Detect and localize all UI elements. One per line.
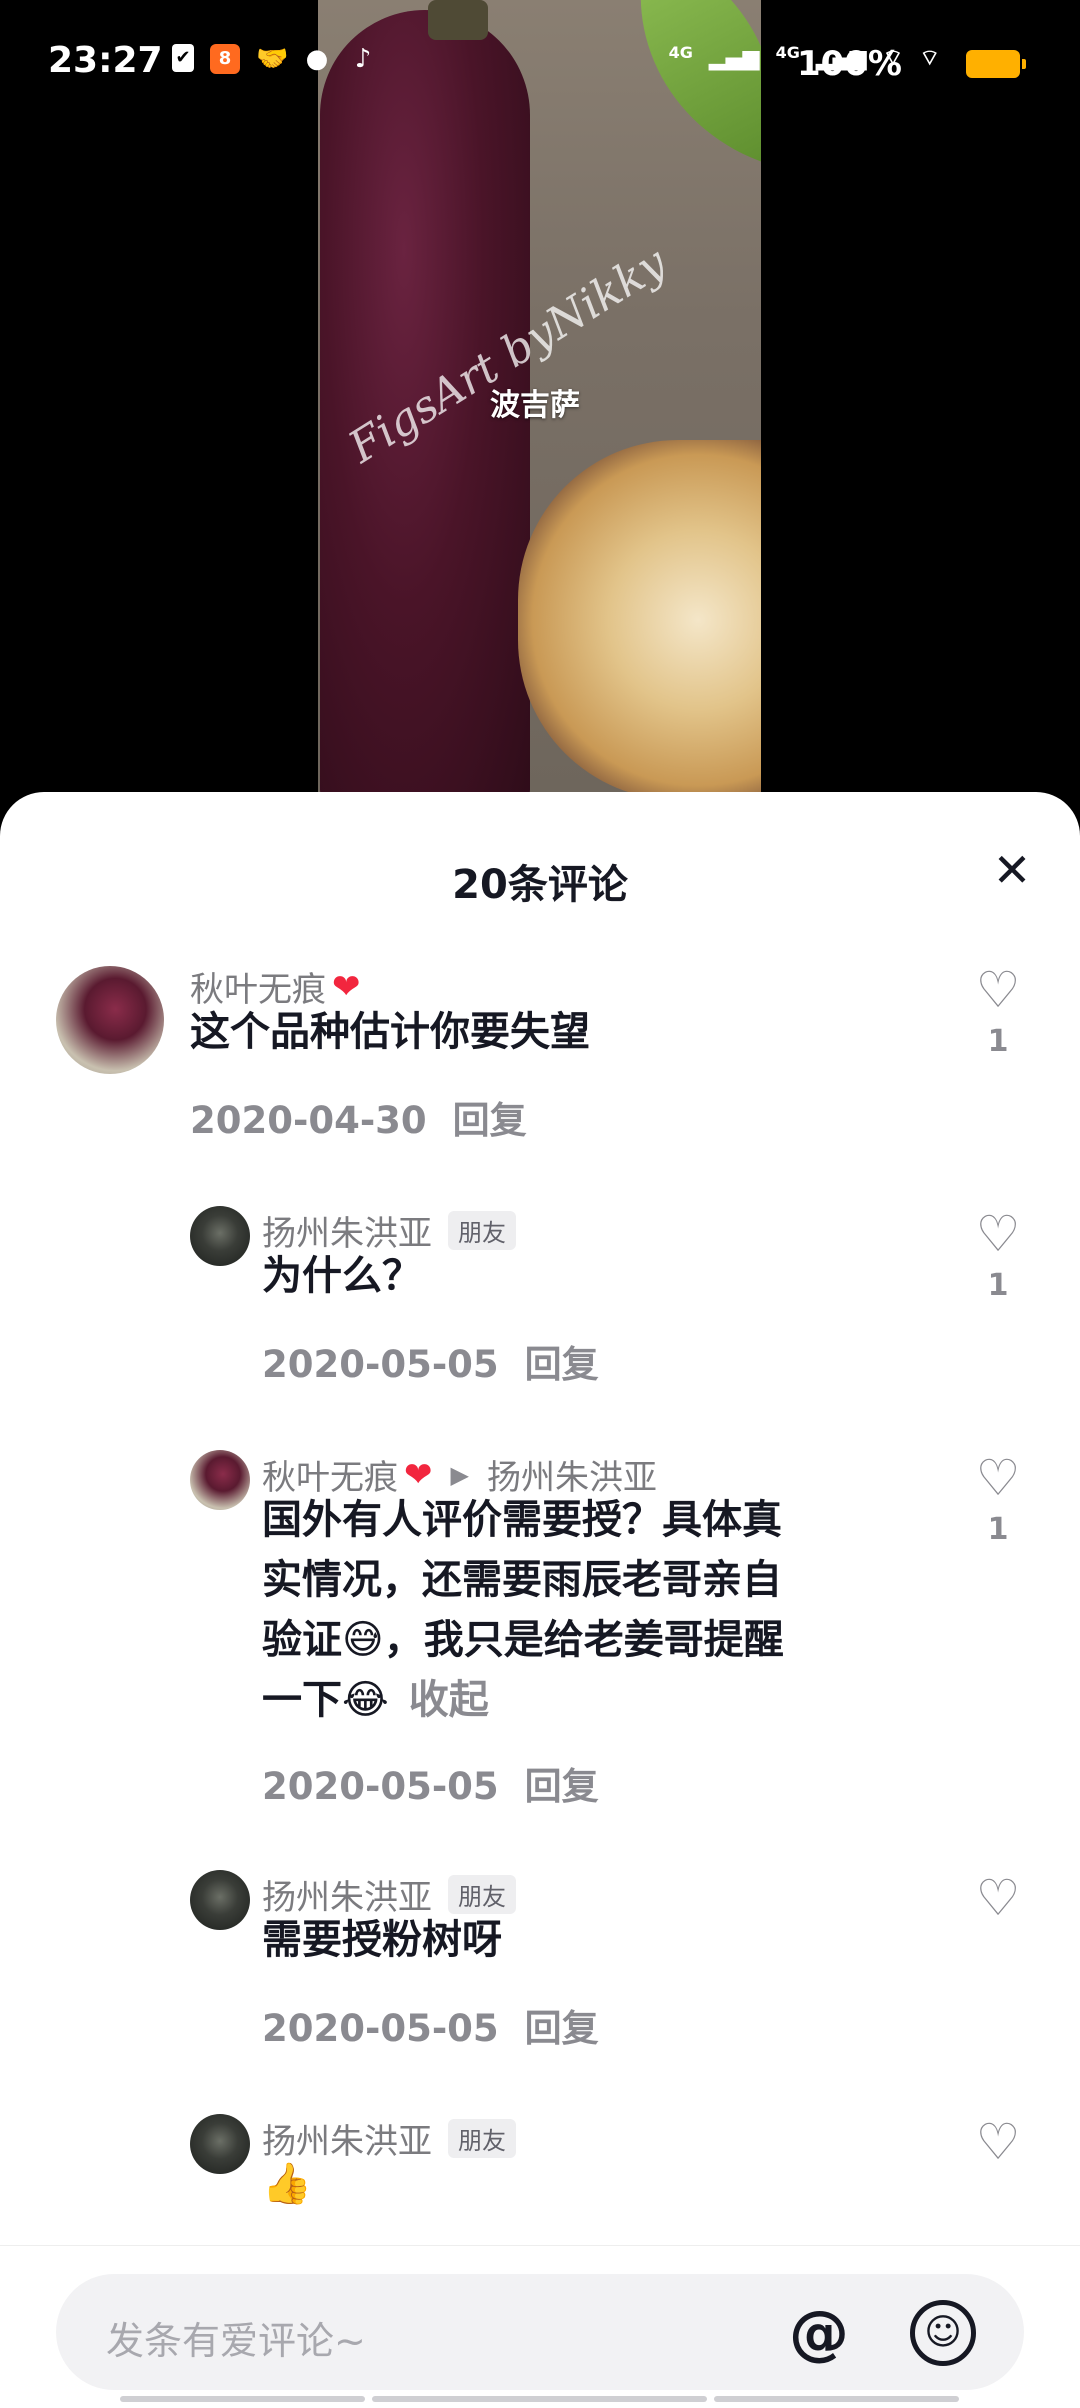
friend-badge: 朋友 bbox=[448, 1211, 516, 1250]
comment-text: 👍 bbox=[262, 2161, 312, 2207]
tiktok-icon: ♪ bbox=[354, 44, 372, 74]
status-time: 23:27 bbox=[48, 40, 163, 81]
comment-text-line: 验证😅，我只是给老姜哥提醒 bbox=[262, 1617, 784, 1663]
comment-text: 需要授粉树呀 bbox=[262, 1917, 502, 1963]
heart-outline-icon: ♡ bbox=[975, 1449, 1021, 1507]
avatar[interactable] bbox=[190, 1450, 250, 1510]
chat-bubble-icon: ● bbox=[305, 44, 329, 74]
notification-icons: ✔ 8 🤝 ● ♪ bbox=[172, 44, 378, 74]
handshake-icon: 🤝 bbox=[256, 44, 289, 74]
reply-item: 扬州朱洪亚 朋友 为什么？ 2020-05-05 回复 ♡ 1 bbox=[0, 1206, 1080, 1426]
comment-meta: 2020-05-05 回复 bbox=[262, 1756, 599, 1810]
comment-text-line: 实情况，还需要雨辰老哥亲自 bbox=[262, 1557, 782, 1603]
reply-to-arrow-icon: ▶ bbox=[450, 1460, 469, 1489]
nav-indicator-right bbox=[714, 2396, 959, 2402]
like-button[interactable]: ♡ bbox=[970, 1870, 1026, 1926]
comment-item: 秋叶无痕 ❤ 这个品种估计你要失望 2020-04-30 回复 ♡ 1 bbox=[0, 962, 1080, 1182]
red-heart-emoji: ❤ bbox=[404, 1454, 433, 1495]
heart-outline-icon: ♡ bbox=[975, 2113, 1021, 2171]
red-heart-emoji: ❤ bbox=[332, 966, 361, 1007]
comment-sheet: 20条评论 ✕ 秋叶无痕 ❤ 这个品种估计你要失望 2020-04-30 回复 ♡… bbox=[0, 792, 1080, 2408]
comment-input-bar: 发条有爱评论~ @ ☺ bbox=[0, 2245, 1080, 2408]
friend-badge: 朋友 bbox=[448, 2119, 516, 2158]
comment-text: 为什么？ bbox=[262, 1253, 422, 1299]
comment-text: 这个品种估计你要失望 bbox=[190, 1009, 590, 1055]
signal-1-label: 4G bbox=[668, 42, 693, 62]
app-notification-icon: 8 bbox=[210, 44, 240, 74]
comment-meta: 2020-05-05 回复 bbox=[262, 1998, 599, 2052]
like-button[interactable]: ♡ 1 bbox=[970, 1206, 1026, 1303]
like-button[interactable]: ♡ 1 bbox=[970, 962, 1026, 1059]
heart-outline-icon: ♡ bbox=[975, 1869, 1021, 1927]
comment-input-placeholder: 发条有爱评论~ bbox=[106, 2319, 366, 2363]
comment-input[interactable]: 发条有爱评论~ @ ☺ bbox=[56, 2274, 1024, 2390]
comment-date: 2020-04-30 bbox=[190, 1099, 427, 1142]
close-icon[interactable]: ✕ bbox=[984, 842, 1040, 898]
reply-button[interactable]: 回复 bbox=[525, 2007, 599, 2050]
comment-date: 2020-05-05 bbox=[262, 1343, 499, 1386]
reply-item: 扬州朱洪亚 朋友 👍 ♡ bbox=[0, 2114, 1080, 2254]
like-count: 1 bbox=[987, 1512, 1009, 1547]
mention-icon[interactable]: @ bbox=[788, 2302, 850, 2364]
comment-date: 2020-05-05 bbox=[262, 2007, 499, 2050]
reply-button[interactable]: 回复 bbox=[525, 1765, 599, 1808]
like-count: 1 bbox=[987, 1024, 1009, 1059]
reply-button[interactable]: 回复 bbox=[453, 1099, 527, 1142]
signal-1-icon: ▂▄▆ bbox=[708, 45, 760, 71]
friend-badge: 朋友 bbox=[448, 1875, 516, 1914]
comment-date: 2020-05-05 bbox=[262, 1765, 499, 1808]
emoji-icon[interactable]: ☺ bbox=[910, 2300, 976, 2366]
like-button[interactable]: ♡ bbox=[970, 2114, 1026, 2170]
avatar[interactable] bbox=[56, 966, 164, 1074]
reply-item: 秋叶无痕 ❤ ▶ 扬州朱洪亚 国外有人评价需要授？具体真 实情况，还需要雨辰老哥… bbox=[0, 1450, 1080, 1850]
heart-outline-icon: ♡ bbox=[975, 961, 1021, 1019]
battery-icon bbox=[966, 50, 1026, 78]
comment-meta: 2020-04-30 回复 bbox=[190, 1090, 527, 1144]
comment-count-title: 20条评论 bbox=[452, 862, 628, 908]
reply-button[interactable]: 回复 bbox=[525, 1343, 599, 1386]
app-root: 波吉萨 FigsArt byNikky 23:27 ✔ 8 🤝 ● ♪ 4G ▂… bbox=[0, 0, 1080, 2408]
nav-indicator-center bbox=[372, 2396, 707, 2402]
comment-text: 国外有人评价需要授？具体真 实情况，还需要雨辰老哥亲自 验证😅，我只是给老姜哥提… bbox=[262, 1490, 962, 1730]
wifi-icon: ⌔ bbox=[919, 46, 940, 71]
reply-item: 扬州朱洪亚 朋友 需要授粉树呀 2020-05-05 回复 ♡ bbox=[0, 1870, 1080, 2090]
comment-text-line: 一下😂 收起 bbox=[262, 1677, 489, 1723]
avatar[interactable] bbox=[190, 1870, 250, 1930]
task-check-icon: ✔ bbox=[172, 44, 194, 72]
status-bar: 23:27 ✔ 8 🤝 ● ♪ 4G ▂▄▆ 4G ▂▄▆ ⌔ ⌔ 100% bbox=[0, 0, 1080, 125]
like-button[interactable]: ♡ 1 bbox=[970, 1450, 1026, 1547]
heart-outline-icon: ♡ bbox=[975, 1205, 1021, 1263]
like-count: 1 bbox=[987, 1268, 1009, 1303]
comment-meta: 2020-05-05 回复 bbox=[262, 1334, 599, 1388]
avatar[interactable] bbox=[190, 2114, 250, 2174]
nav-indicator-left bbox=[120, 2396, 365, 2402]
fig-cut-image bbox=[518, 440, 761, 800]
avatar[interactable] bbox=[190, 1206, 250, 1266]
collapse-button[interactable]: 收起 bbox=[409, 1677, 489, 1723]
battery-percent: 100% bbox=[796, 44, 902, 84]
comment-text-line: 国外有人评价需要授？具体真 bbox=[262, 1497, 782, 1543]
